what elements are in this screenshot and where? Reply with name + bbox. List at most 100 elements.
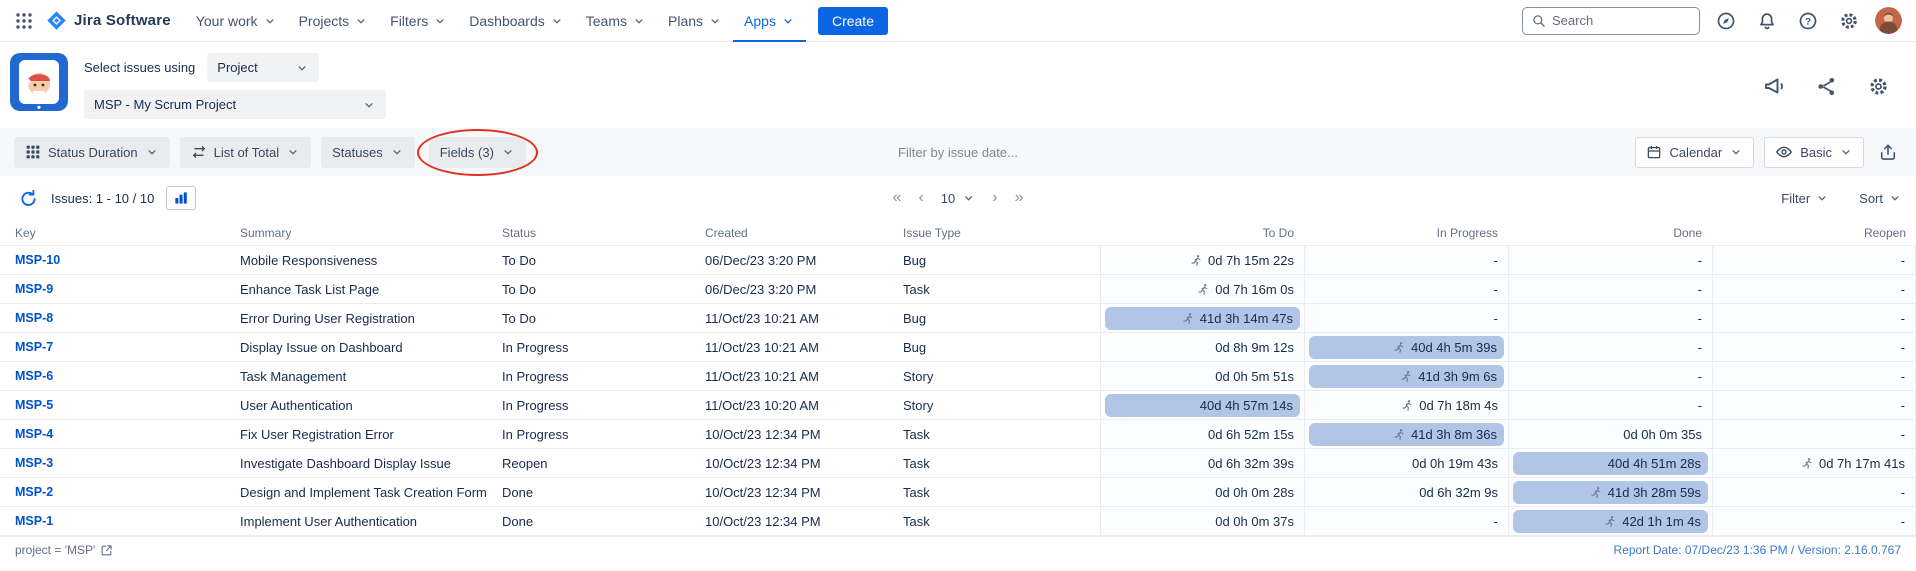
nav-item-your-work[interactable]: Your work xyxy=(185,0,288,42)
nav-item-teams[interactable]: Teams xyxy=(575,0,657,42)
help-icon[interactable]: ? xyxy=(1793,6,1823,36)
first-page-button[interactable]: « xyxy=(893,190,902,206)
swap-arrows-icon xyxy=(191,144,207,160)
issue-key-link[interactable]: MSP-9 xyxy=(0,275,230,303)
search-input[interactable] xyxy=(1552,13,1691,28)
fields-select[interactable]: Fields (3) xyxy=(429,137,526,168)
duration-value: 0d 0h 19m 43s xyxy=(1412,456,1498,471)
app-switcher-icon[interactable] xyxy=(10,7,38,35)
issue-key-link[interactable]: MSP-8 xyxy=(0,304,230,332)
sort-button[interactable]: Sort xyxy=(1859,191,1902,206)
report-settings-gear-icon[interactable] xyxy=(1863,71,1894,102)
duration-cell: 0d 7h 16m 0s xyxy=(1100,275,1304,303)
nav-item-label: Your work xyxy=(196,13,258,29)
issue-key-link[interactable]: MSP-3 xyxy=(0,449,230,477)
chart-toggle-button[interactable] xyxy=(166,186,196,210)
duration-value: - xyxy=(1901,427,1905,442)
duration-bar: 40d 4h 57m 14s xyxy=(1105,394,1300,417)
duration-value: 40d 4h 5m 39s xyxy=(1411,340,1497,355)
chevron-down-icon xyxy=(550,14,564,28)
issue-key-link[interactable]: MSP-10 xyxy=(0,246,230,274)
duration-value: 42d 1h 1m 4s xyxy=(1622,514,1701,529)
view-mode-button[interactable]: Basic xyxy=(1764,137,1864,168)
chevron-down-icon xyxy=(708,14,722,28)
bar-chart-icon xyxy=(173,190,189,206)
issue-key-link[interactable]: MSP-7 xyxy=(0,333,230,361)
report-footer: project = 'MSP' Report Date: 07/Dec/23 1… xyxy=(0,536,1916,563)
nav-item-dashboards[interactable]: Dashboards xyxy=(458,0,575,42)
duration-cell: - xyxy=(1712,333,1916,361)
create-button[interactable]: Create xyxy=(818,7,888,35)
chevron-down-icon xyxy=(1815,191,1829,205)
feedback-megaphone-icon[interactable] xyxy=(1758,70,1790,102)
nav-item-filters[interactable]: Filters xyxy=(379,0,458,42)
duration-cell: - xyxy=(1508,333,1712,361)
search-box[interactable] xyxy=(1522,7,1700,35)
nav-item-plans[interactable]: Plans xyxy=(657,0,733,42)
issue-type: Task xyxy=(893,420,1100,448)
duration-value: - xyxy=(1698,369,1702,384)
next-page-button[interactable]: › xyxy=(992,190,997,206)
jira-status-duration-page: Jira Software Your work ProjectsFiltersDa… xyxy=(0,0,1916,571)
issue-key-link[interactable]: MSP-5 xyxy=(0,391,230,419)
issue-type: Task xyxy=(893,449,1100,477)
duration-cell: 41d 3h 28m 59s xyxy=(1508,478,1712,506)
export-icon[interactable] xyxy=(1874,138,1902,166)
duration-value: 41d 3h 9m 6s xyxy=(1418,369,1497,384)
prev-page-button[interactable]: ‹ xyxy=(918,190,923,206)
issue-created: 11/Oct/23 10:21 AM xyxy=(695,362,893,390)
duration-value: - xyxy=(1698,398,1702,413)
issue-key-link[interactable]: MSP-2 xyxy=(0,478,230,506)
settings-gear-icon[interactable] xyxy=(1834,6,1864,36)
issue-source-select[interactable]: Project xyxy=(207,53,319,82)
issue-key-link[interactable]: MSP-4 xyxy=(0,420,230,448)
issue-created: 10/Oct/23 12:34 PM xyxy=(695,478,893,506)
duration-cell: - xyxy=(1712,478,1916,506)
jira-logo-icon xyxy=(46,10,67,31)
filter-button[interactable]: Filter xyxy=(1781,191,1829,206)
table-row: MSP-1Implement User AuthenticationDone10… xyxy=(0,507,1916,536)
discover-icon[interactable] xyxy=(1711,6,1741,36)
duration-cell: - xyxy=(1304,246,1508,274)
duration-value: 40d 4h 51m 28s xyxy=(1608,456,1701,471)
issue-type: Story xyxy=(893,391,1100,419)
share-icon[interactable] xyxy=(1811,71,1842,102)
chevron-down-icon xyxy=(362,98,376,112)
chevron-down-icon xyxy=(354,14,368,28)
duration-value: 0d 0h 0m 37s xyxy=(1215,514,1294,529)
duration-cell: - xyxy=(1712,246,1916,274)
navbar-right: ? xyxy=(1522,6,1902,36)
issue-summary: Fix User Registration Error xyxy=(230,420,492,448)
issue-key-link[interactable]: MSP-6 xyxy=(0,362,230,390)
last-page-button[interactable]: » xyxy=(1015,190,1024,206)
aggregation-select[interactable]: List of Total xyxy=(180,137,312,168)
column-header-key: Key xyxy=(0,226,230,240)
report-type-select[interactable]: Status Duration xyxy=(14,137,170,168)
jira-logo[interactable]: Jira Software xyxy=(40,10,183,31)
chevron-down-icon xyxy=(286,145,300,159)
issue-created: 06/Dec/23 3:20 PM xyxy=(695,246,893,274)
refresh-icon[interactable] xyxy=(14,184,43,213)
duration-cell: 40d 4h 5m 39s xyxy=(1304,333,1508,361)
project-select[interactable]: MSP - My Scrum Project xyxy=(84,90,386,119)
page-size-select[interactable]: 10 xyxy=(941,191,975,206)
statuses-select[interactable]: Statuses xyxy=(321,137,415,168)
duration-value: 0d 6h 32m 9s xyxy=(1419,485,1498,500)
chevron-down-icon xyxy=(433,14,447,28)
duration-value: - xyxy=(1494,282,1498,297)
issue-date-filter[interactable]: Filter by issue date... xyxy=(898,145,1018,160)
jql-query-link[interactable]: project = 'MSP' xyxy=(15,543,113,557)
runner-icon xyxy=(1590,486,1603,499)
issue-summary: Implement User Authentication xyxy=(230,507,492,535)
issue-key-link[interactable]: MSP-1 xyxy=(0,507,230,535)
nav-item-apps[interactable]: Apps xyxy=(733,0,806,42)
table-row: MSP-4Fix User Registration ErrorIn Progr… xyxy=(0,420,1916,449)
nav-item-projects[interactable]: Projects xyxy=(288,0,380,42)
grid-icon xyxy=(25,144,41,160)
issues-table: KeySummaryStatusCreatedIssue TypeTo DoIn… xyxy=(0,220,1916,536)
table-row: MSP-9Enhance Task List PageTo Do06/Dec/2… xyxy=(0,275,1916,304)
calendar-button[interactable]: Calendar xyxy=(1635,137,1754,168)
column-header-done: Done xyxy=(1508,226,1712,240)
notifications-bell-icon[interactable] xyxy=(1752,6,1782,36)
user-avatar[interactable] xyxy=(1875,7,1902,34)
